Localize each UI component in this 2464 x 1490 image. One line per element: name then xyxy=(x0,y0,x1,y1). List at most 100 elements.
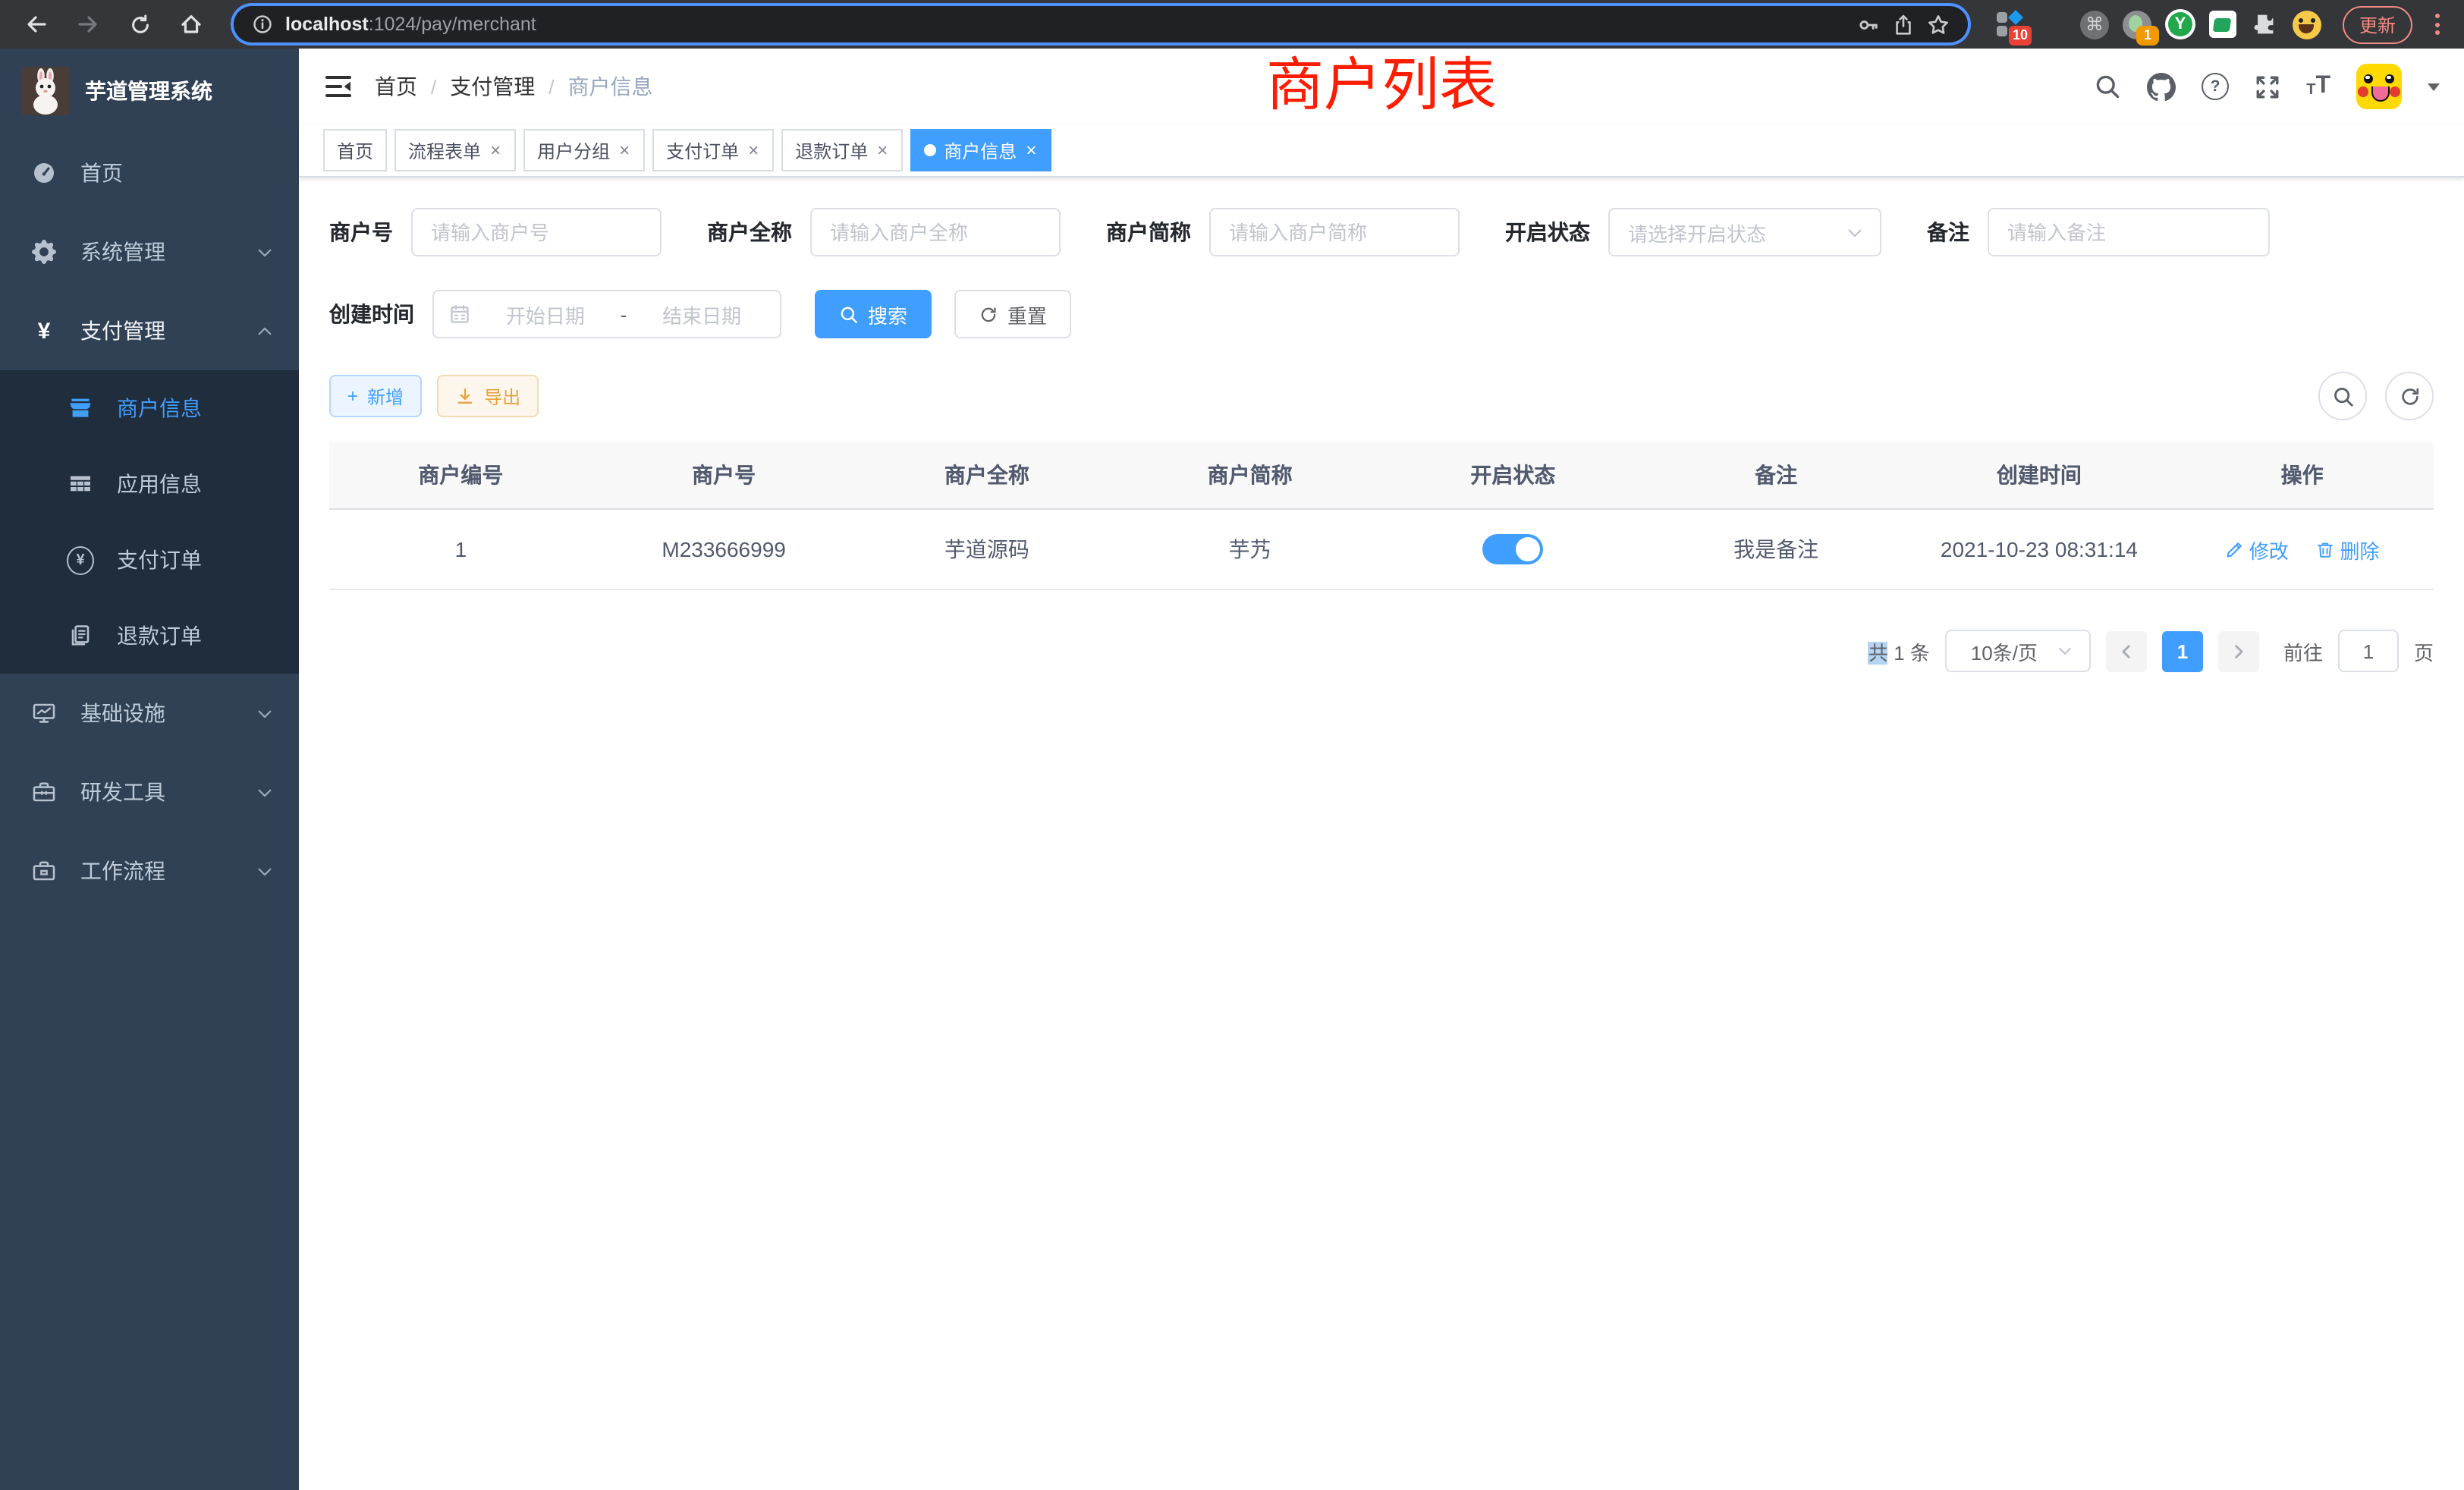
profile-avatar-icon[interactable] xyxy=(2293,10,2321,39)
url-path: :1024/pay/merchant xyxy=(369,14,536,35)
edit-link[interactable]: 修改 xyxy=(2225,535,2289,564)
browser-home-button[interactable] xyxy=(170,3,212,46)
sidebar-item-dev-tools[interactable]: 研发工具 xyxy=(0,753,299,831)
tab-close-icon[interactable]: × xyxy=(875,141,889,159)
help-icon[interactable]: ? xyxy=(2202,73,2229,100)
tab-user-group[interactable]: 用户分组× xyxy=(523,129,645,171)
browser-forward-button[interactable] xyxy=(67,3,109,46)
extensions-puzzle-icon[interactable] xyxy=(2250,10,2279,39)
breadcrumb-item[interactable]: 支付管理 xyxy=(450,71,535,102)
browser-reload-button[interactable] xyxy=(118,3,161,46)
search-icon xyxy=(839,304,859,324)
status-select[interactable]: 请选择开启状态 xyxy=(1608,208,1881,256)
sidebar-item-workflow[interactable]: 工作流程 xyxy=(0,831,299,910)
search-button[interactable]: 搜索 xyxy=(815,290,932,338)
user-avatar[interactable] xyxy=(2356,64,2402,109)
refresh-table-button[interactable] xyxy=(2385,372,2434,420)
sidebar-item-merchant-info[interactable]: 商户信息 xyxy=(0,370,299,446)
status-toggle[interactable] xyxy=(1482,534,1543,564)
chevron-down-icon xyxy=(255,703,275,723)
merchant-full-name-input[interactable] xyxy=(810,208,1061,256)
toggle-search-button[interactable] xyxy=(2318,372,2367,420)
create-time-range-picker[interactable]: 开始日期 - 结束日期 xyxy=(432,290,781,338)
end-date-placeholder: 结束日期 xyxy=(639,300,765,328)
extension-chat-icon[interactable] xyxy=(2209,11,2236,38)
address-bar[interactable]: localhost:1024/pay/merchant xyxy=(234,6,1968,42)
app-logo-row[interactable]: 芋道管理系统 xyxy=(0,49,299,134)
chevron-up-icon xyxy=(255,321,275,341)
merchant-short-name-input[interactable] xyxy=(1209,208,1460,256)
breadcrumb: 首页 / 支付管理 / 商户信息 xyxy=(375,71,653,102)
filter-merchant-short-name: 商户简称 xyxy=(1106,208,1460,256)
share-icon[interactable] xyxy=(1892,13,1915,36)
sidebar-item-payment[interactable]: ¥ 支付管理 xyxy=(0,291,299,370)
url-host: localhost xyxy=(285,14,369,35)
extension-command-icon[interactable]: ⌘ xyxy=(2080,10,2109,39)
add-button[interactable]: + 新增 xyxy=(329,375,422,417)
col-merchant-id: 商户编号 xyxy=(329,442,592,509)
browser-update-button[interactable]: 更新 xyxy=(2343,5,2412,43)
extension-gem-icon[interactable] xyxy=(2038,10,2066,39)
tab-home[interactable]: 首页 xyxy=(323,129,387,171)
extension-grid-icon[interactable]: 10 xyxy=(1995,10,2024,39)
screen: localhost:1024/pay/merchant 10 ⌘ 1 Y 更新 xyxy=(0,0,2464,1490)
sidebar-collapse-icon[interactable] xyxy=(323,71,354,102)
tab-payment-order[interactable]: 支付订单× xyxy=(652,129,774,171)
navbar-actions: ? TT xyxy=(2094,64,2440,109)
filter-row-1: 商户号 商户全称 商户简称 开启状态 请选择开启状态 xyxy=(329,208,2434,256)
edit-icon xyxy=(2225,539,2245,559)
sidebar-item-label: 应用信息 xyxy=(117,469,202,499)
tab-close-icon[interactable]: × xyxy=(489,141,502,159)
filter-create-time: 创建时间 开始日期 - 结束日期 xyxy=(329,290,781,338)
chevron-down-icon xyxy=(255,242,275,262)
search-icon[interactable] xyxy=(2094,73,2121,100)
prev-page-button[interactable] xyxy=(2106,630,2147,671)
pagination: 共 1 条 10条/页 1 前往 页 xyxy=(329,630,2434,672)
tab-close-icon[interactable]: × xyxy=(1024,141,1038,159)
sidebar-item-app-info[interactable]: 应用信息 xyxy=(0,446,299,522)
page-size-select[interactable]: 10条/页 xyxy=(1945,630,2091,672)
page-annotation-title: 商户列表 xyxy=(1266,52,1497,121)
merchant-no-input[interactable] xyxy=(411,208,662,256)
avatar-caret-icon[interactable] xyxy=(2428,83,2440,90)
site-info-icon[interactable] xyxy=(252,14,273,35)
browser-back-button[interactable] xyxy=(15,3,58,46)
delete-link[interactable]: 删除 xyxy=(2316,535,2380,564)
reset-button[interactable]: 重置 xyxy=(954,290,1071,338)
tab-merchant-info[interactable]: 商户信息× xyxy=(910,129,1051,171)
yen-icon: ¥ xyxy=(30,319,58,342)
tab-close-icon[interactable]: × xyxy=(746,141,760,159)
sidebar-item-payment-order[interactable]: ¥ 支付订单 xyxy=(0,522,299,598)
sidebar-item-infrastructure[interactable]: 基础设施 xyxy=(0,674,299,753)
tab-refund-order[interactable]: 退款订单× xyxy=(781,129,903,171)
breadcrumb-item[interactable]: 首页 xyxy=(375,71,417,102)
field-label: 商户简称 xyxy=(1106,217,1191,247)
remark-input[interactable] xyxy=(1988,208,2270,256)
goto-page-input[interactable] xyxy=(2338,630,2399,672)
page-number-1[interactable]: 1 xyxy=(2162,630,2203,671)
filter-merchant-full-name: 商户全称 xyxy=(707,208,1061,256)
bookmark-star-icon[interactable] xyxy=(1927,13,1950,36)
refresh-icon xyxy=(979,304,998,324)
tab-close-icon[interactable]: × xyxy=(618,141,631,159)
export-button[interactable]: 导出 xyxy=(437,375,539,417)
password-key-icon[interactable] xyxy=(1857,13,1880,36)
extension-profile-icon[interactable]: 1 xyxy=(2123,10,2151,39)
calendar-icon xyxy=(449,303,470,325)
tab-process-form[interactable]: 流程表单× xyxy=(394,129,516,171)
fullscreen-icon[interactable] xyxy=(2255,74,2280,99)
next-page-button[interactable] xyxy=(2218,630,2259,671)
sidebar-item-system[interactable]: 系统管理 xyxy=(0,212,299,291)
goto-suffix: 页 xyxy=(2414,637,2434,665)
extensions-row: 10 ⌘ 1 Y xyxy=(1995,9,2321,39)
sidebar-item-home[interactable]: 首页 xyxy=(0,134,299,212)
extension-y-icon[interactable]: Y xyxy=(2165,9,2195,39)
chevron-down-icon xyxy=(255,861,275,881)
sidebar-item-label: 基础设施 xyxy=(80,698,165,728)
github-icon[interactable] xyxy=(2147,72,2176,101)
sidebar-item-label: 研发工具 xyxy=(80,777,165,807)
sidebar-item-refund-order[interactable]: 退款订单 xyxy=(0,598,299,674)
start-date-placeholder: 开始日期 xyxy=(482,300,608,328)
font-size-icon[interactable]: TT xyxy=(2306,74,2330,99)
browser-menu-icon[interactable] xyxy=(2425,14,2449,35)
